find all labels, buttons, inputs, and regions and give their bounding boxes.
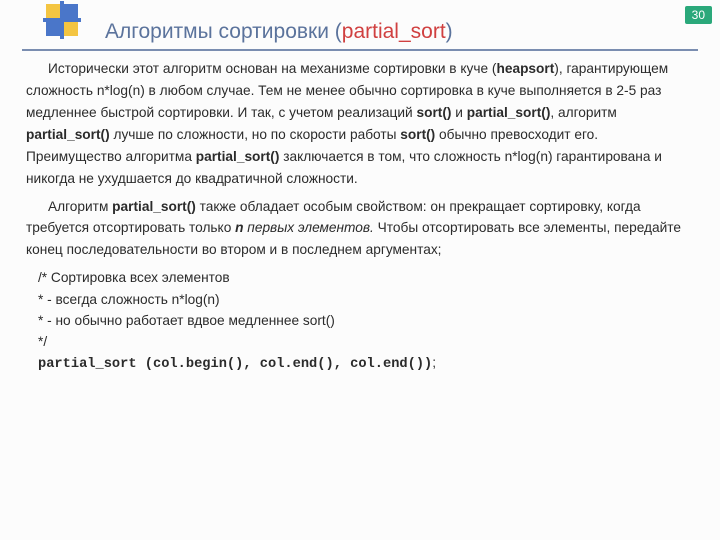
title-paren-open: (	[335, 20, 342, 43]
code-line-5: partial_sort (col.begin(), col.end(), co…	[38, 352, 694, 375]
title-underline	[22, 49, 698, 51]
title-main: Алгоритмы сортировки	[105, 20, 335, 43]
paragraph-1: Исторически этот алгоритм основан на мех…	[26, 58, 694, 190]
title-paren-close: )	[446, 20, 453, 43]
code-line-4: */	[38, 331, 694, 352]
code-block: /* Сортировка всех элементов * - всегда …	[38, 267, 694, 375]
slide-body: Исторически этот алгоритм основан на мех…	[26, 58, 694, 375]
code-line-1: /* Сортировка всех элементов	[38, 267, 694, 288]
slide-title: Алгоритмы сортировки (partial_sort)	[105, 20, 453, 44]
code-line-2: * - всегда сложность n*log(n)	[38, 289, 694, 310]
paragraph-2: Алгоритм partial_sort() также обладает о…	[26, 196, 694, 262]
code-line-3: * - но обычно работает вдвое медленнее s…	[38, 310, 694, 331]
page-number-badge: 30	[685, 6, 712, 24]
slide-logo	[46, 4, 86, 44]
title-red: partial_sort	[342, 20, 446, 43]
